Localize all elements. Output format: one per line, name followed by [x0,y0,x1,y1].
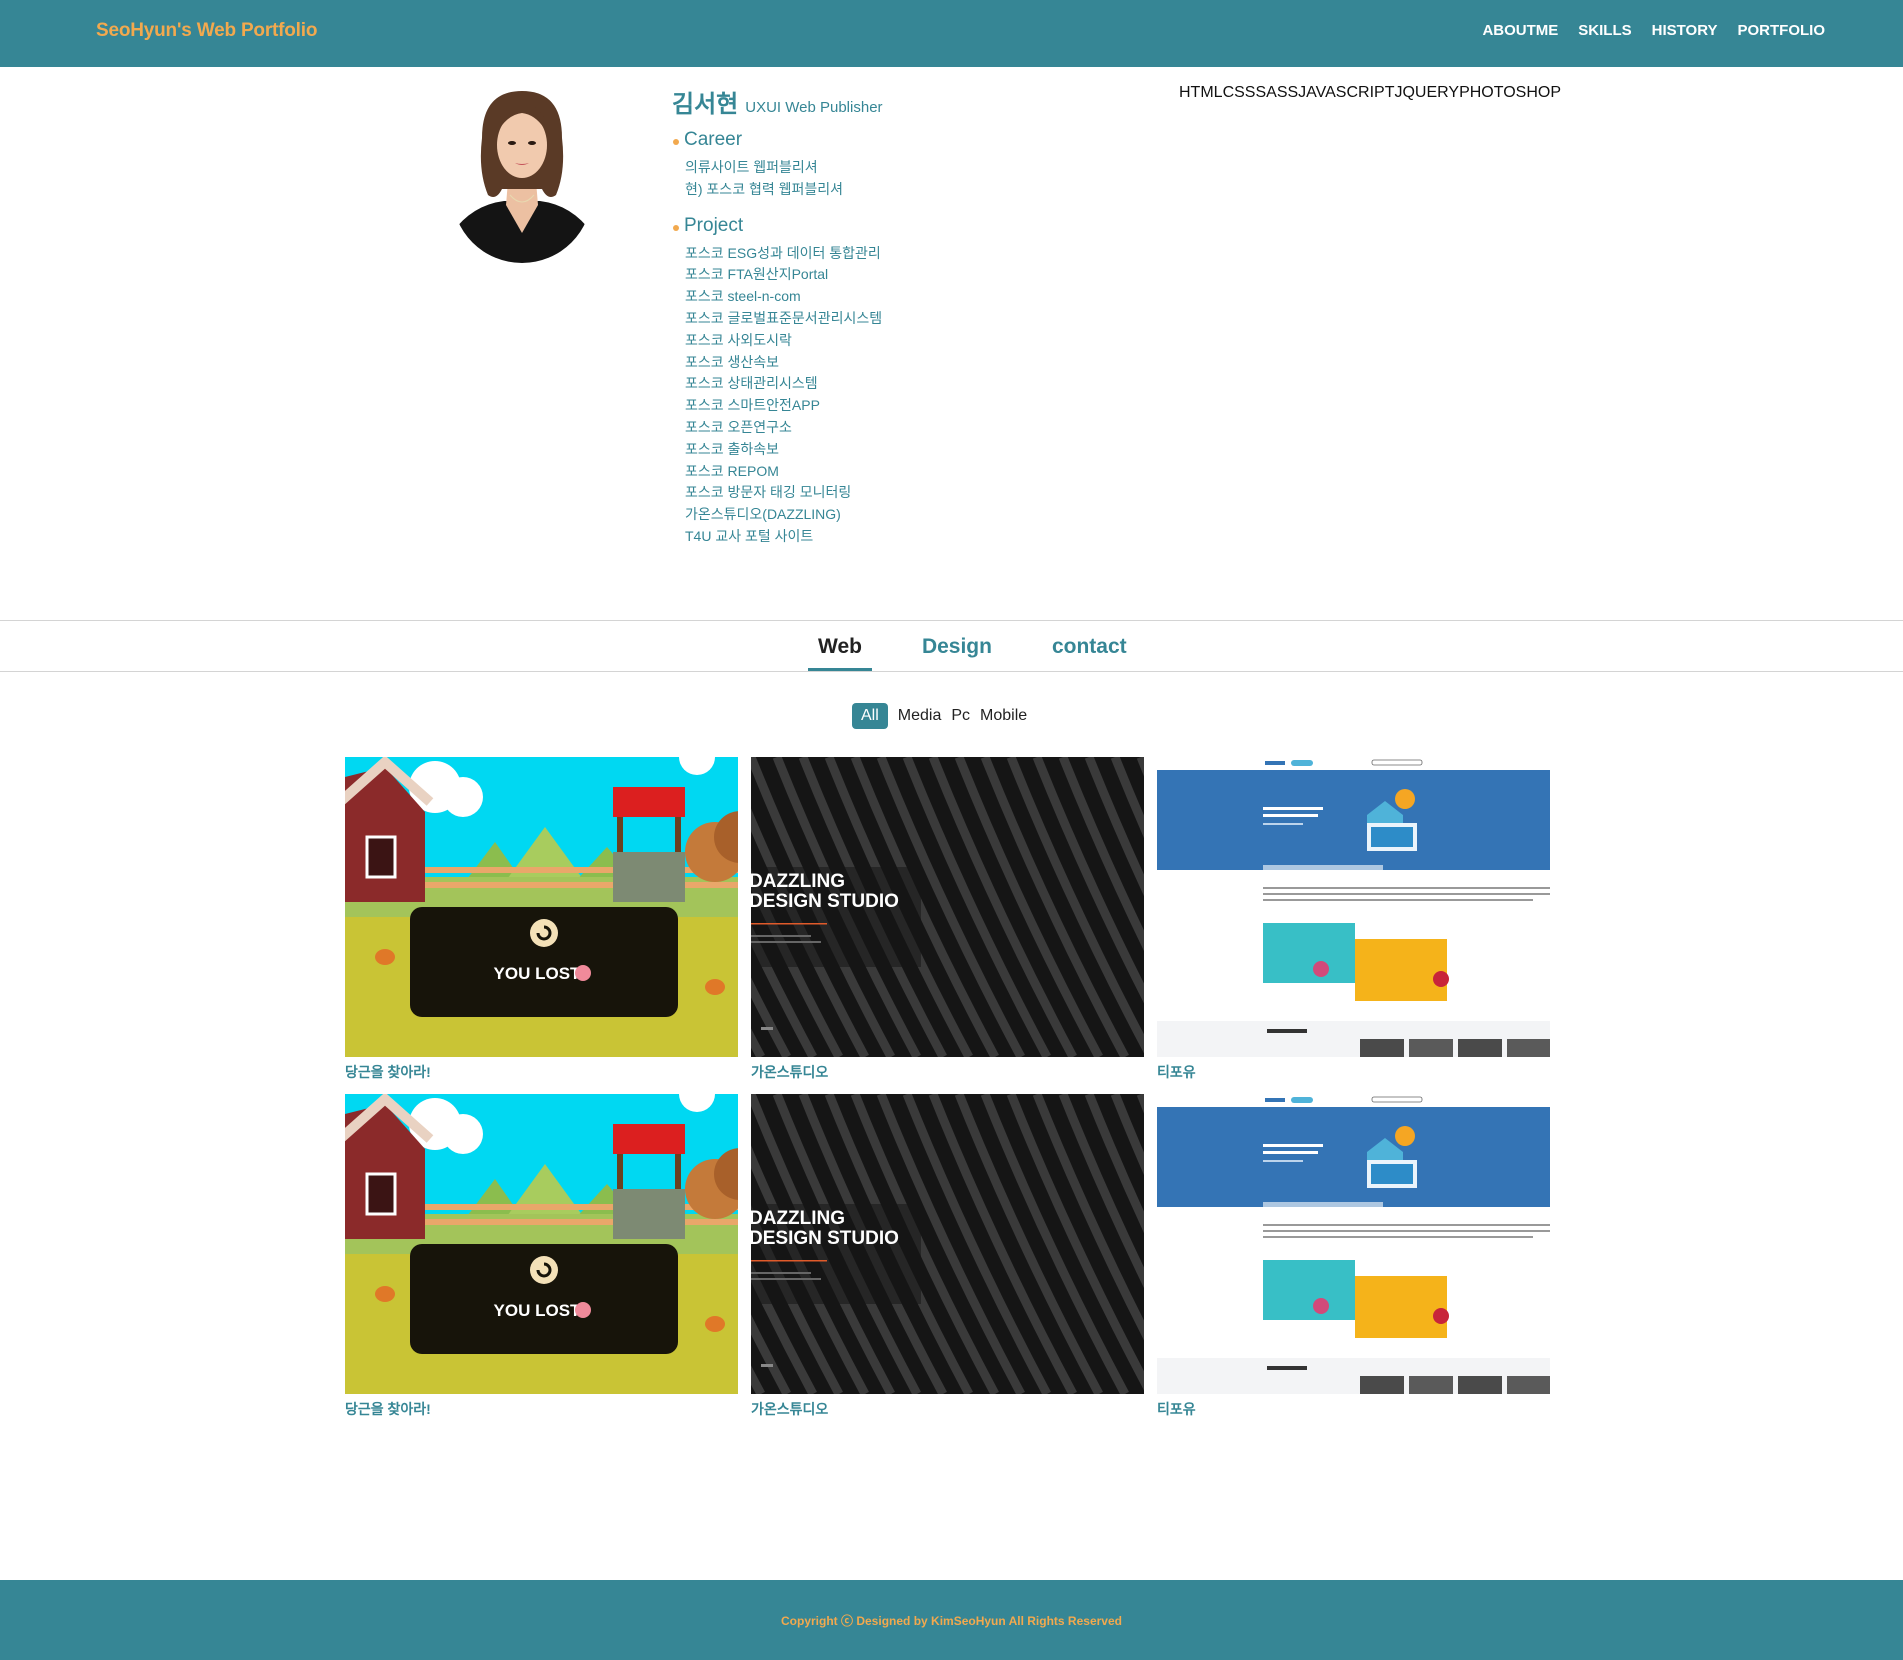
nav-aboutme[interactable]: ABOUTME [1482,22,1558,39]
svg-text:DAZZLING: DAZZLING [751,1208,845,1229]
portfolio-thumbnail[interactable] [1157,1094,1550,1394]
project-item: 포스코 steel-n-com [685,288,801,305]
project-item: 포스코 출하속보 [685,440,780,457]
project-list: 포스코 ESG성과 데이터 통합관리 포스코 FTA원산지Portal 포스코 … [672,243,883,548]
filter-media[interactable]: Media [898,703,942,729]
skill-jquery: JQUERY [1394,84,1460,101]
portfolio-thumbnail[interactable]: DAZZLING DESIGN STUDIO [751,1094,1144,1394]
tab-design[interactable]: Design [912,635,1002,659]
portfolio-card-title[interactable]: 가온스튜디오 [751,1399,1144,1421]
portfolio-card[interactable]: 티포유 [1157,1094,1550,1421]
main-nav: ABOUTME SKILLS HISTORY PORTFOLIO [1482,22,1825,39]
profile-photo [452,83,592,263]
portfolio-thumbnail[interactable]: DAZZLING DESIGN STUDIO [751,757,1144,1057]
career-item: 현) 포스코 협력 웹퍼블리셔 [685,180,844,197]
skill-css: CSS [1222,84,1256,101]
project-item: 포스코 오픈연구소 [685,418,792,435]
svg-text:DAZZLING: DAZZLING [751,871,845,892]
career-title: Career [672,129,883,151]
project-item: 포스코 스마트안전APP [685,397,820,414]
brand-logo[interactable]: SeoHyun's Web Portfolio [96,20,317,42]
portfolio-card-title[interactable]: 가온스튜디오 [751,1062,1144,1084]
project-item: 포스코 글로벌표준문서관리시스템 [685,309,883,326]
filter-mobile[interactable]: Mobile [980,703,1027,729]
portfolio-thumbnail[interactable]: YOU LOST [345,757,738,1057]
svg-text:YOU LOST: YOU LOST [494,1301,582,1320]
project-item: 포스코 REPOM [685,462,779,479]
portfolio-filters: All Media Pc Mobile [852,703,1027,729]
project-title: Project [672,215,883,237]
svg-text:DESIGN STUDIO: DESIGN STUDIO [751,1228,899,1249]
skills-list: HTML CSS SASS JAVASCRIPT JQUERY PHOTOSHO… [1179,84,1561,102]
portfolio-card-title[interactable]: 티포유 [1157,1062,1550,1084]
svg-text:YOU LOST: YOU LOST [494,964,582,983]
tab-web[interactable]: Web [808,635,872,671]
portfolio-card-title[interactable]: 당근을 찾아라! [345,1062,738,1084]
nav-portfolio[interactable]: PORTFOLIO [1738,22,1826,39]
nav-skills[interactable]: SKILLS [1578,22,1631,39]
portfolio-tabbar: Web Design contact [0,620,1903,672]
filter-all[interactable]: All [852,703,888,729]
profile-info: 김서현 UXUI Web Publisher Career 의류사이트 웹퍼블리… [672,84,883,548]
career-list: 의류사이트 웹퍼블리셔 현) 포스코 협력 웹퍼블리셔 [672,157,883,201]
profile-role: UXUI Web Publisher [745,99,883,116]
project-item: 포스코 방문자 태깅 모니터링 [685,484,852,501]
nav-history[interactable]: HISTORY [1652,22,1718,39]
skill-photoshop: PHOTOSHOP [1459,84,1562,101]
portfolio-card-title[interactable]: 티포유 [1157,1399,1550,1421]
project-item: 포스코 FTA원산지Portal [685,266,829,283]
portfolio-card[interactable]: YOU LOST 당근을 찾아라! [345,757,738,1084]
skill-html: HTML [1179,84,1223,101]
portfolio-thumbnail[interactable]: YOU LOST [345,1094,738,1394]
project-item: T4U 교사 포털 사이트 [685,527,814,544]
copyright-text: Copyright ⓒ Designed by KimSeoHyun All R… [781,1614,1122,1628]
project-item: 포스코 상태관리시스템 [685,375,818,392]
portfolio-card[interactable]: 티포유 [1157,757,1550,1084]
filter-pc[interactable]: Pc [951,703,970,729]
portfolio-grid: YOU LOST 당근을 찾아라! DAZZLING DESIGN STUDIO… [345,757,1551,1421]
svg-text:DESIGN STUDIO: DESIGN STUDIO [751,891,899,912]
tab-contact[interactable]: contact [1042,635,1137,659]
portfolio-card[interactable]: YOU LOST 당근을 찾아라! [345,1094,738,1421]
portfolio-card[interactable]: DAZZLING DESIGN STUDIO 가온스튜디오 [751,1094,1144,1421]
skill-javascript: JAVASCRIPT [1298,84,1395,101]
project-item: 포스코 사외도시락 [685,331,792,348]
project-item: 가온스튜디오(DAZZLING) [685,506,841,523]
project-item: 포스코 ESG성과 데이터 통합관리 [685,244,881,261]
project-item: 포스코 생산속보 [685,353,780,370]
portfolio-thumbnail[interactable] [1157,757,1550,1057]
site-header: SeoHyun's Web Portfolio ABOUTME SKILLS H… [0,0,1903,67]
career-item: 의류사이트 웹퍼블리셔 [685,159,818,175]
skill-sass: SASS [1255,84,1299,101]
profile-name: 김서현 [672,91,739,118]
portfolio-card[interactable]: DAZZLING DESIGN STUDIO 가온스튜디오 [751,757,1144,1084]
portfolio-card-title[interactable]: 당근을 찾아라! [345,1399,738,1421]
site-footer: Copyright ⓒ Designed by KimSeoHyun All R… [0,1580,1903,1660]
